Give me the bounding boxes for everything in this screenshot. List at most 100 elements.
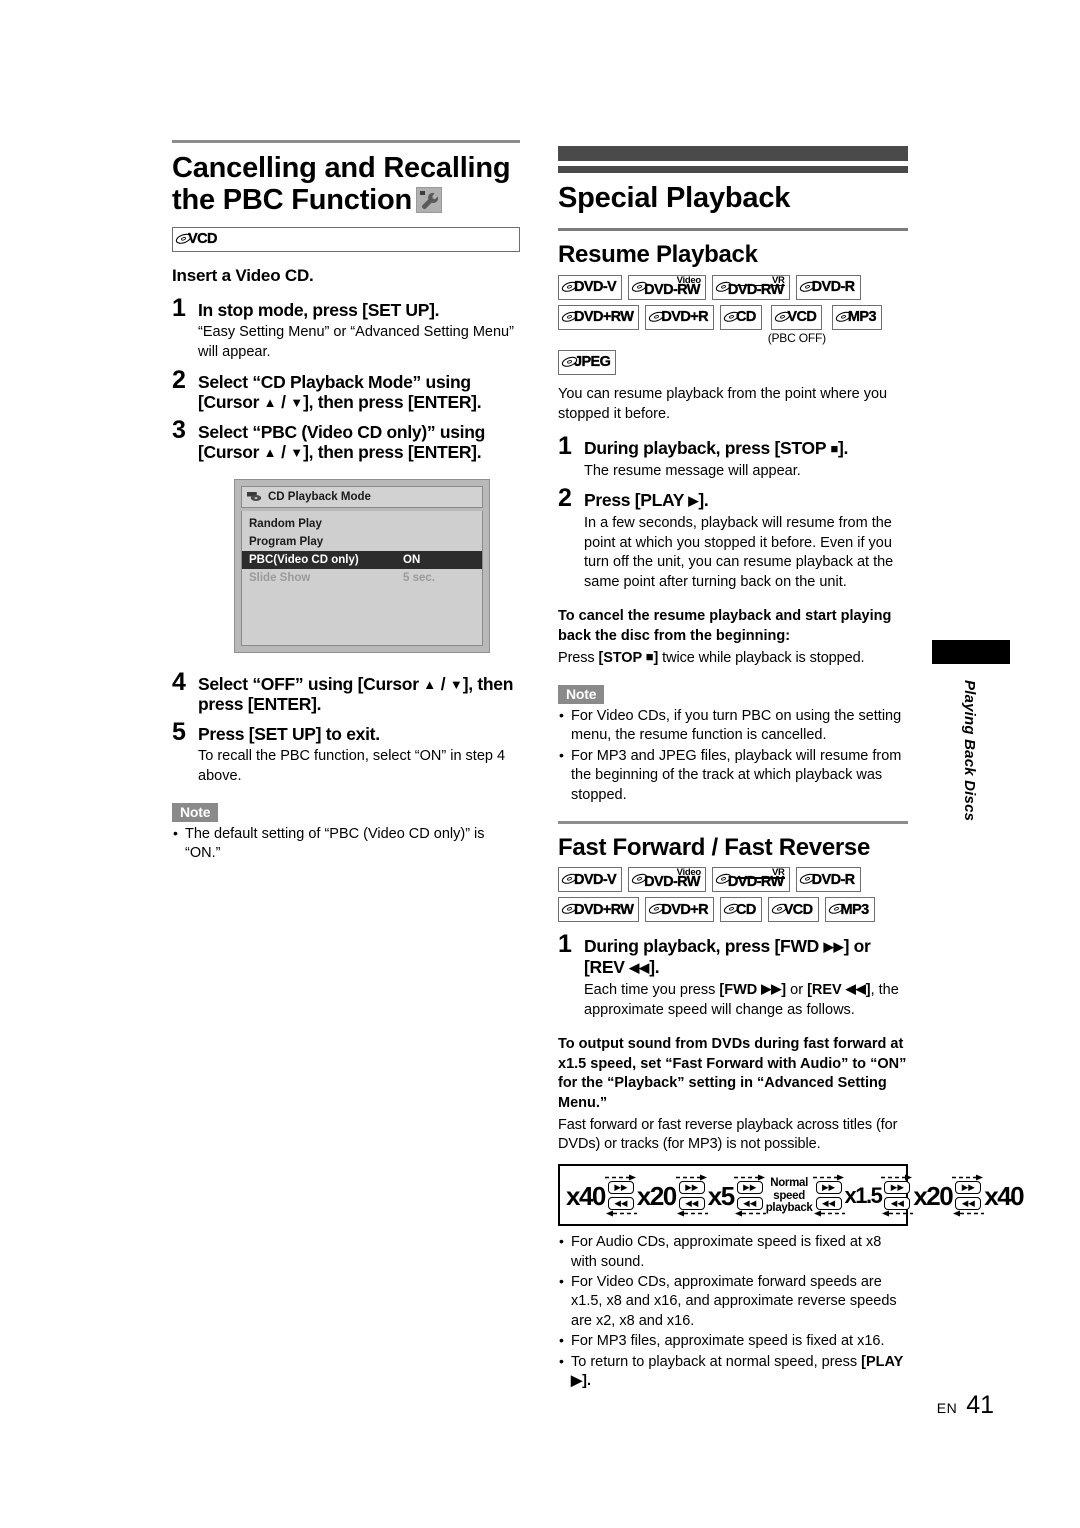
badge-row: DVD+RW DVD+R CD VCD MP3 [558, 897, 908, 923]
badge-row: DVD-V DVD-RW Video DVD-RW VR DVD-R [558, 274, 908, 300]
fast-desc-d: or [786, 982, 808, 999]
badge-row: JPEG [558, 349, 908, 375]
badge-label: DVD+R [661, 901, 708, 918]
step-1-description: “Easy Setting Menu” or “Advanced Setting… [198, 324, 514, 361]
fwd-button-icon: ▶▶ [884, 1181, 911, 1195]
fwd-button-icon: ▶▶ [815, 1181, 842, 1195]
fast-limitation-note: Fast forward or fast reverse playback ac… [558, 1116, 898, 1153]
note-item: For Video CDs, if you turn PBC on using … [558, 706, 908, 746]
fast-reverse-icon: ◀◀ [845, 981, 866, 997]
speed-label-left-3: x5 [707, 1180, 735, 1211]
badge-label: DVD+RW [574, 309, 634, 326]
resume-playback-heading: Resume Playback [558, 241, 758, 269]
badge-wrap: CD [719, 304, 762, 330]
arrow-left-dashed-icon [676, 1210, 708, 1217]
note-badge: Note [558, 684, 605, 704]
badge-wrap: MP3 [831, 304, 882, 330]
resume-step-1-title-a: During playback, press [STOP [584, 438, 831, 459]
chapter-bar-thick [558, 146, 908, 161]
speed-label-right-2: x20 [913, 1180, 953, 1211]
fast-step-1-number: 1 [558, 930, 572, 959]
fwd-button-icon: ▶▶ [678, 1181, 705, 1195]
badge-wrap: DVD-R [795, 274, 861, 300]
fwd-button-icon: ▶▶ [736, 1181, 763, 1195]
arrow-right-dashed-icon [733, 1174, 766, 1181]
badge-label: CD [735, 901, 757, 918]
speed-diagram: x40 ▶▶ ◀◀ x20 ▶▶ ◀◀ x5 ▶▶ ◀◀ Normal spee… [558, 1164, 1025, 1227]
fast-desc-e: [REV [807, 982, 846, 999]
rev-button-icon: ◀◀ [607, 1197, 634, 1211]
arrow-left-dashed-icon [734, 1210, 766, 1217]
badge-label: DVD+R [661, 309, 708, 326]
speed-label-right-1: x1.5 [844, 1182, 883, 1208]
badge-wrap: DVD+R [645, 304, 714, 330]
rev-button-icon: ◀◀ [815, 1197, 842, 1211]
chapter-title: Special Playback [558, 182, 791, 214]
badge-label: CD [735, 309, 757, 326]
speed-label-right-3: x40 [984, 1180, 1024, 1211]
step-3-number: 3 [172, 415, 186, 444]
badge-label: DVD-RW [727, 281, 785, 298]
badge-label: DVD-RW [644, 874, 701, 891]
resume-step-1-description: The resume message will appear. [584, 462, 801, 479]
resume-step-2-description: In a few seconds, playback will resume f… [584, 514, 894, 591]
note-item: The default setting of “PBC (Video CD on… [172, 824, 520, 864]
badge-wrap: DVD+R [645, 897, 714, 923]
arrow-right-dashed-icon [952, 1174, 984, 1181]
fwd-button-icon: ▶▶ [955, 1181, 982, 1195]
chapter-bar-slim [558, 166, 908, 173]
step-3: 3 Select “PBC (Video CD only)” using [Cu… [172, 415, 520, 463]
arrow-left-dashed-icon [952, 1210, 985, 1217]
cd-playback-icon [247, 491, 262, 502]
footer-page-number: 41 [966, 1391, 994, 1419]
speed-label-left-1: x40 [566, 1180, 606, 1211]
badge-label: DVD-R [811, 279, 855, 296]
fast-step-1-description: Each time you press [FWD ▶▶] or [REV ◀◀]… [584, 980, 908, 1020]
wrench-icon [416, 187, 443, 214]
arrow-left-dashed-icon [605, 1210, 637, 1217]
cancel-resume-text: Press [STOP ■] twice while playback is s… [558, 648, 908, 669]
page-title: Cancelling and Recalling the PBC Functio… [172, 152, 520, 217]
fast-title-a: During playback, press [FWD [584, 936, 824, 957]
page-footer: EN 41 [937, 1391, 994, 1420]
fast-disc-badges: DVD-V DVD-RW Video DVD-RW VR DVD-R DVD+RW … [558, 867, 908, 923]
step-2-number: 2 [172, 365, 186, 394]
arrow-right-dashed-icon [675, 1174, 708, 1181]
speed-toggle-6: ▶▶ ◀◀ [952, 1174, 985, 1217]
step-3-title-c: ], then press [ENTER]. [303, 442, 482, 463]
badge-wrap: DVD-RW Video [628, 867, 706, 893]
step-2-title-b: / [276, 392, 291, 413]
step-4-title-b: / [436, 673, 450, 694]
osd-row-random-play[interactable]: Random Play [242, 515, 482, 533]
step-2: 2 Select “CD Playback Mode” using [Curso… [172, 365, 520, 413]
cursor-up-icon: ▲ [263, 445, 277, 461]
badge-wrap: DVD+RW [558, 304, 640, 330]
cancel-text-b: [STOP [598, 650, 646, 667]
fwd-button-icon: ▶▶ [607, 1181, 634, 1195]
step-1-title: In stop mode, press [SET UP]. [198, 299, 440, 320]
osd-row-pbc[interactable]: PBC(Video CD only) ON [242, 550, 482, 569]
badge-note-pbc-off: (PBC OFF) [767, 330, 826, 345]
insert-instruction: Insert a Video CD. [172, 265, 314, 285]
cursor-up-icon: ▲ [263, 395, 277, 411]
badge-wrap: DVD-R [795, 867, 861, 893]
right-column: Special Playback Resume Playback DVD-V D… [558, 146, 1025, 1391]
play-icon: ▶ [688, 493, 699, 509]
resume-step-2-title-c: ]. [698, 490, 709, 511]
speed-toggle-1: ▶▶ ◀◀ [604, 1174, 637, 1217]
resume-step-2-number: 2 [558, 484, 572, 513]
cancel-resume-heading: To cancel the resume playback and start … [558, 607, 892, 644]
osd-row-program-play[interactable]: Program Play [242, 533, 482, 551]
cursor-down-icon: ▼ [449, 676, 463, 692]
osd-row-value: ON [403, 553, 421, 566]
badge-wrap: DVD-RW VR [711, 867, 790, 893]
disc-badge-label: VCD [188, 231, 218, 248]
osd-title-label: CD Playback Mode [268, 490, 371, 503]
speed-toggle-5: ▶▶ ◀◀ [881, 1174, 914, 1217]
fast-desc-a: Each time you press [584, 982, 720, 999]
arrow-right-dashed-icon [812, 1174, 845, 1181]
badge-wrap: DVD-RW VR [711, 274, 790, 300]
badge-label: DVD-RW [727, 874, 785, 891]
manual-page: Cancelling and Recalling the PBC Functio… [0, 0, 1080, 1528]
step-5-description: To recall the PBC function, select “ON” … [198, 748, 506, 784]
